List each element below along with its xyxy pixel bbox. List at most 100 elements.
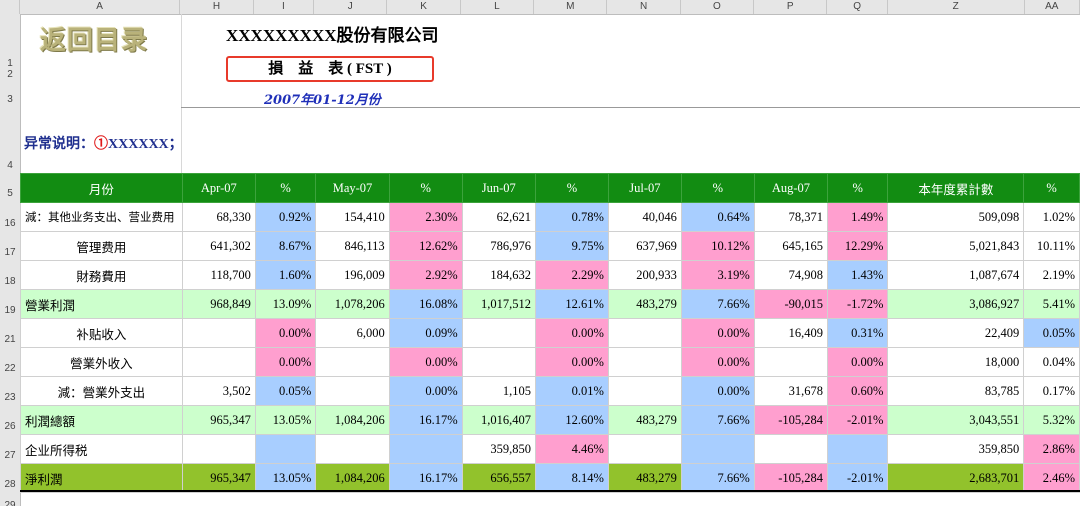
col-header-a[interactable]: A (20, 0, 181, 14)
select-all-corner[interactable] (0, 0, 20, 14)
table-cell[interactable]: -2.01% (827, 463, 889, 493)
table-cell[interactable] (607, 318, 682, 348)
col-header-k[interactable]: K (387, 0, 461, 14)
row-label[interactable]: 淨利潤 (20, 463, 183, 493)
table-cell[interactable]: 2.46% (1023, 463, 1080, 493)
table-cell[interactable]: -105,284 (753, 405, 829, 435)
table-cell[interactable]: 965,347 (181, 405, 256, 435)
col-header-h[interactable]: H (180, 0, 254, 14)
table-cell[interactable]: 83,785 (887, 376, 1025, 406)
table-cell[interactable]: 2.19% (1023, 260, 1080, 290)
table-cell[interactable] (607, 434, 682, 464)
table-cell[interactable]: 637,969 (607, 231, 682, 261)
table-cell[interactable]: 0.00% (254, 318, 317, 348)
row-header-16[interactable]: 16 (0, 204, 20, 233)
table-cell[interactable]: 645,165 (753, 231, 829, 261)
table-cell[interactable]: 10.11% (1023, 231, 1080, 261)
table-cell[interactable]: 0.92% (254, 202, 317, 232)
table-cell[interactable] (461, 318, 537, 348)
table-cell[interactable]: 2.86% (1023, 434, 1080, 464)
row-header-28[interactable]: 28 (0, 465, 20, 494)
row-header-23[interactable]: 23 (0, 378, 20, 407)
table-cell[interactable]: 0.00% (827, 347, 889, 377)
header-cell[interactable]: % (827, 173, 889, 203)
table-cell[interactable]: 18,000 (887, 347, 1025, 377)
table-cell[interactable] (315, 376, 390, 406)
table-cell[interactable]: 0.01% (535, 376, 609, 406)
row-header-22[interactable]: 22 (0, 349, 20, 378)
table-cell[interactable]: 0.31% (827, 318, 889, 348)
col-header-i[interactable]: I (254, 0, 315, 14)
header-cell[interactable]: % (254, 173, 317, 203)
table-cell[interactable]: 31,678 (753, 376, 829, 406)
table-cell[interactable]: 656,557 (461, 463, 537, 493)
header-cell[interactable]: Jun-07 (461, 173, 537, 203)
table-cell[interactable]: 0.00% (254, 347, 317, 377)
row-header-29[interactable]: 29 (0, 494, 20, 506)
table-cell[interactable]: 0.05% (254, 376, 317, 406)
row-header-19[interactable]: 19 (0, 291, 20, 320)
table-cell[interactable]: 7.66% (680, 289, 755, 319)
table-cell[interactable]: -105,284 (753, 463, 829, 493)
col-header-p[interactable]: P (754, 0, 828, 14)
table-cell[interactable]: 3.19% (680, 260, 755, 290)
table-cell[interactable]: 483,279 (607, 289, 682, 319)
table-cell[interactable]: 16.17% (388, 405, 463, 435)
table-cell[interactable]: 16.17% (388, 463, 463, 493)
table-cell[interactable]: 10.12% (680, 231, 755, 261)
header-cell[interactable]: 本年度累計數 (887, 173, 1025, 203)
table-cell[interactable] (254, 434, 317, 464)
header-cell[interactable]: % (1023, 173, 1080, 203)
table-cell[interactable]: 0.00% (388, 376, 463, 406)
table-cell[interactable]: 8.67% (254, 231, 317, 261)
header-cell[interactable]: % (680, 173, 755, 203)
header-cell[interactable]: Jul-07 (607, 173, 682, 203)
table-cell[interactable]: 3,086,927 (887, 289, 1025, 319)
row-label[interactable]: 減：其他业务支出、营业费用 (20, 202, 183, 232)
table-cell[interactable]: 509,098 (887, 202, 1025, 232)
row-label[interactable]: 利潤總額 (20, 405, 183, 435)
table-cell[interactable]: 359,850 (461, 434, 537, 464)
table-cell[interactable]: 22,409 (887, 318, 1025, 348)
col-header-o[interactable]: O (681, 0, 755, 14)
col-header-l[interactable]: L (461, 0, 535, 14)
table-cell[interactable]: 0.00% (680, 347, 755, 377)
row-label[interactable]: 營業利潤 (20, 289, 183, 319)
header-cell[interactable]: May-07 (315, 173, 390, 203)
header-cell[interactable]: Aug-07 (753, 173, 829, 203)
table-cell[interactable]: 12.29% (827, 231, 889, 261)
header-cell[interactable]: Apr-07 (181, 173, 256, 203)
table-cell[interactable]: 200,933 (607, 260, 682, 290)
col-header-n[interactable]: N (607, 0, 681, 14)
table-cell[interactable]: 12.60% (535, 405, 609, 435)
table-cell[interactable]: 0.04% (1023, 347, 1080, 377)
row-header-21[interactable]: 21 (0, 320, 20, 349)
row-label[interactable]: 管理费用 (20, 231, 183, 261)
table-cell[interactable]: 846,113 (315, 231, 390, 261)
table-cell[interactable]: 184,632 (461, 260, 537, 290)
table-cell[interactable]: 62,621 (461, 202, 537, 232)
header-cell[interactable]: % (535, 173, 609, 203)
table-cell[interactable]: 1,084,206 (315, 463, 390, 493)
table-cell[interactable]: 5.32% (1023, 405, 1080, 435)
table-cell[interactable]: 7.66% (680, 463, 755, 493)
table-cell[interactable]: 78,371 (753, 202, 829, 232)
table-cell[interactable]: 1,087,674 (887, 260, 1025, 290)
col-header-aa[interactable]: AA (1025, 0, 1080, 14)
table-cell[interactable]: 0.60% (827, 376, 889, 406)
header-cell[interactable]: % (388, 173, 463, 203)
table-cell[interactable]: 0.05% (1023, 318, 1080, 348)
table-cell[interactable]: 483,279 (607, 463, 682, 493)
table-cell[interactable]: 965,347 (181, 463, 256, 493)
table-cell[interactable]: 1,084,206 (315, 405, 390, 435)
table-cell[interactable]: 2.92% (388, 260, 463, 290)
col-header-m[interactable]: M (534, 0, 608, 14)
row-label[interactable]: 減：營業外支出 (20, 376, 183, 406)
table-cell[interactable] (680, 434, 755, 464)
col-header-z[interactable]: Z (888, 0, 1025, 14)
table-cell[interactable] (315, 434, 390, 464)
table-cell[interactable]: 5.41% (1023, 289, 1080, 319)
row-header-26[interactable]: 26 (0, 407, 20, 436)
table-cell[interactable]: 1.02% (1023, 202, 1080, 232)
table-cell[interactable]: 786,976 (461, 231, 537, 261)
